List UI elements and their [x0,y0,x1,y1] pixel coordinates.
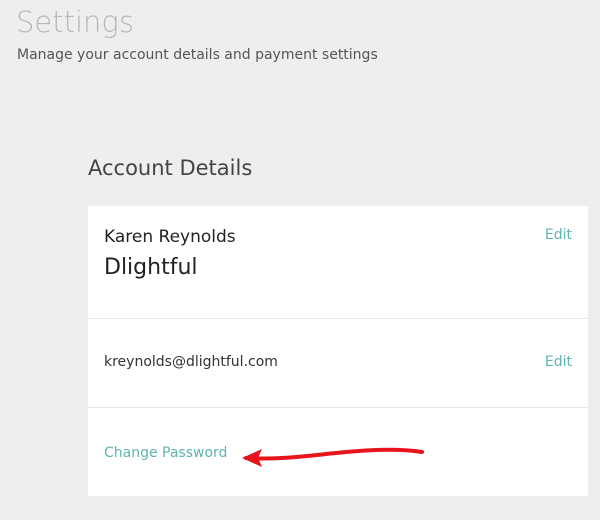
account-email: kreynolds@dlightful.com [104,354,278,370]
edit-email-link[interactable]: Edit [545,353,572,371]
red-arrow-icon [242,447,424,467]
page-subtitle: Manage your account details and payment … [17,47,378,63]
edit-name-link[interactable]: Edit [545,226,572,244]
change-password-link[interactable]: Change Password [104,444,227,462]
email-row: kreynolds@dlightful.com Edit [88,319,588,408]
page-title: Settings [16,5,134,39]
name-row: Karen Reynolds Dlightful Edit [88,206,588,319]
account-name: Karen Reynolds [104,227,236,247]
account-details-heading: Account Details [88,156,253,180]
account-company: Dlightful [104,255,198,280]
